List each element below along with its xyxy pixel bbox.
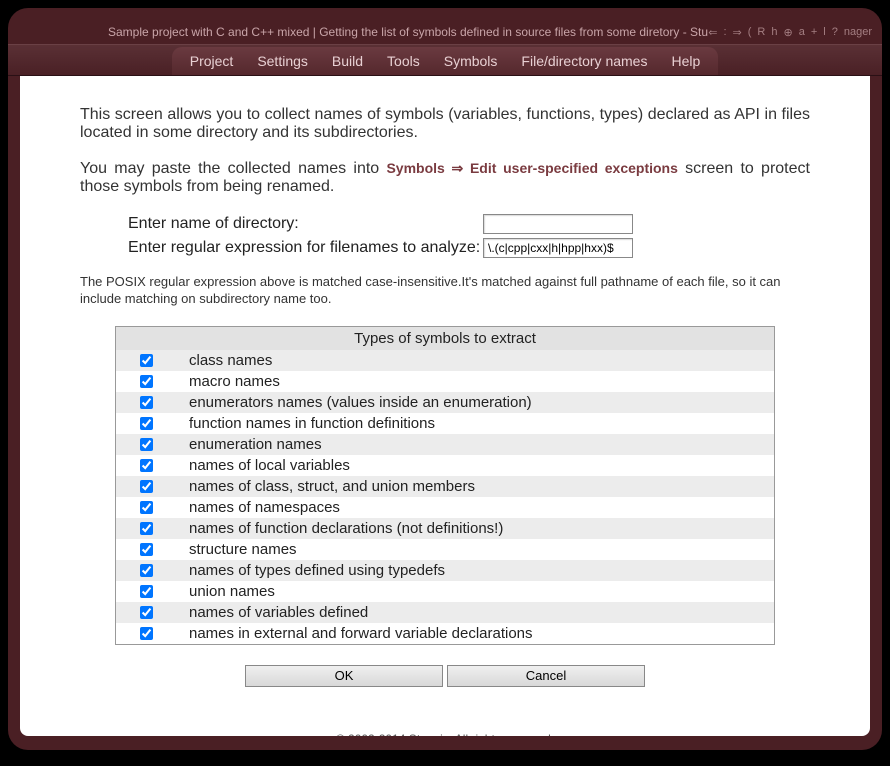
symbol-label: structure names (189, 541, 297, 558)
regex-row: Enter regular expression for filenames t… (80, 238, 810, 258)
symbol-checkbox[interactable] (140, 585, 153, 598)
symbol-checkbox[interactable] (140, 627, 153, 640)
footer-text: © 2002-2014 Stunnix. All rights reserved… (80, 732, 810, 736)
toolbar-icons: ⇐ : ⇒ ( R h ⊕ a + l ? nager (708, 26, 872, 39)
symbol-row: names of local variables (116, 455, 774, 476)
symbol-checkbox[interactable] (140, 438, 153, 451)
symbol-label: function names in function definitions (189, 415, 435, 432)
reload-icon[interactable]: R (757, 26, 765, 38)
menu-symbols[interactable]: Symbols (444, 53, 498, 69)
symbol-checkbox[interactable] (140, 606, 153, 619)
symbol-label: names of function declarations (not defi… (189, 520, 503, 537)
back-icon[interactable]: ⇐ (708, 26, 717, 39)
forward-icon[interactable]: ⇒ (733, 26, 742, 39)
symbol-row: names of class, struct, and union member… (116, 476, 774, 497)
menu-project[interactable]: Project (190, 53, 234, 69)
title-bar: Sample project with C and C++ mixed | Ge… (8, 20, 882, 44)
symbol-row: names of function declarations (not defi… (116, 518, 774, 539)
h-icon[interactable]: h (771, 26, 777, 38)
symbol-row: macro names (116, 371, 774, 392)
symbol-row: union names (116, 581, 774, 602)
menu-bar: Project Settings Build Tools Symbols Fil… (8, 44, 882, 76)
symbol-checkbox[interactable] (140, 480, 153, 493)
button-row: OK Cancel (80, 665, 810, 687)
sep-icon: : (723, 26, 726, 38)
symbol-label: names of class, struct, and union member… (189, 478, 475, 495)
symbol-header: Types of symbols to extract (116, 327, 774, 350)
symbol-row: enumeration names (116, 434, 774, 455)
symbol-label: class names (189, 352, 272, 369)
symbol-row: names of namespaces (116, 497, 774, 518)
symbol-label: enumeration names (189, 436, 322, 453)
plus-icon[interactable]: + (811, 26, 817, 38)
paren-icon[interactable]: ( (748, 26, 752, 38)
symbol-label: names of namespaces (189, 499, 340, 516)
regex-label: Enter regular expression for filenames t… (128, 239, 483, 257)
ok-button[interactable]: OK (245, 665, 443, 687)
symbol-label: names of variables defined (189, 604, 368, 621)
symbol-checkbox[interactable] (140, 564, 153, 577)
menu-tabs: Project Settings Build Tools Symbols Fil… (172, 47, 719, 75)
l-icon[interactable]: l (823, 26, 825, 38)
intro2-text: You may paste the collected names into S… (80, 160, 810, 196)
dir-row: Enter name of directory: (80, 214, 810, 234)
symbol-label: names of types defined using typedefs (189, 562, 445, 579)
intro2-highlight: Symbols ⇒ Edit user-specified exceptions (386, 160, 677, 176)
symbol-row: names of variables defined (116, 602, 774, 623)
dir-input[interactable] (483, 214, 633, 234)
menu-help[interactable]: Help (671, 53, 700, 69)
symbol-row: structure names (116, 539, 774, 560)
symbol-checkbox[interactable] (140, 522, 153, 535)
note-text: The POSIX regular expression above is ma… (80, 274, 810, 308)
right-label: nager (844, 26, 872, 38)
symbol-label: macro names (189, 373, 280, 390)
symbol-row: names in external and forward variable d… (116, 623, 774, 644)
intro2-prefix: You may paste the collected names into (80, 160, 386, 177)
intro-text: This screen allows you to collect names … (80, 106, 810, 142)
add-circle-icon[interactable]: ⊕ (784, 26, 793, 39)
help-icon[interactable]: ? (832, 26, 838, 38)
symbol-row: enumerators names (values inside an enum… (116, 392, 774, 413)
menu-build[interactable]: Build (332, 53, 363, 69)
symbol-row: function names in function definitions (116, 413, 774, 434)
app-window: Sample project with C and C++ mixed | Ge… (8, 8, 882, 750)
window-title: Sample project with C and C++ mixed | Ge… (108, 25, 722, 39)
cancel-button[interactable]: Cancel (447, 665, 645, 687)
content-area: This screen allows you to collect names … (20, 76, 870, 736)
menu-filedir[interactable]: File/directory names (521, 53, 647, 69)
symbol-checkbox[interactable] (140, 501, 153, 514)
menu-tools[interactable]: Tools (387, 53, 420, 69)
symbol-label: names in external and forward variable d… (189, 625, 533, 642)
dir-label: Enter name of directory: (128, 215, 483, 233)
a-icon[interactable]: a (799, 26, 805, 38)
regex-input[interactable] (483, 238, 633, 258)
symbol-checkbox[interactable] (140, 543, 153, 556)
symbol-checkbox[interactable] (140, 417, 153, 430)
symbol-checkbox[interactable] (140, 396, 153, 409)
menu-settings[interactable]: Settings (257, 53, 308, 69)
symbol-label: names of local variables (189, 457, 350, 474)
symbol-table: Types of symbols to extract class names m… (115, 326, 775, 645)
symbol-label: enumerators names (values inside an enum… (189, 394, 532, 411)
symbol-checkbox[interactable] (140, 354, 153, 367)
symbol-row: names of types defined using typedefs (116, 560, 774, 581)
symbol-label: union names (189, 583, 275, 600)
symbol-row: class names (116, 350, 774, 371)
symbol-checkbox[interactable] (140, 459, 153, 472)
symbol-checkbox[interactable] (140, 375, 153, 388)
